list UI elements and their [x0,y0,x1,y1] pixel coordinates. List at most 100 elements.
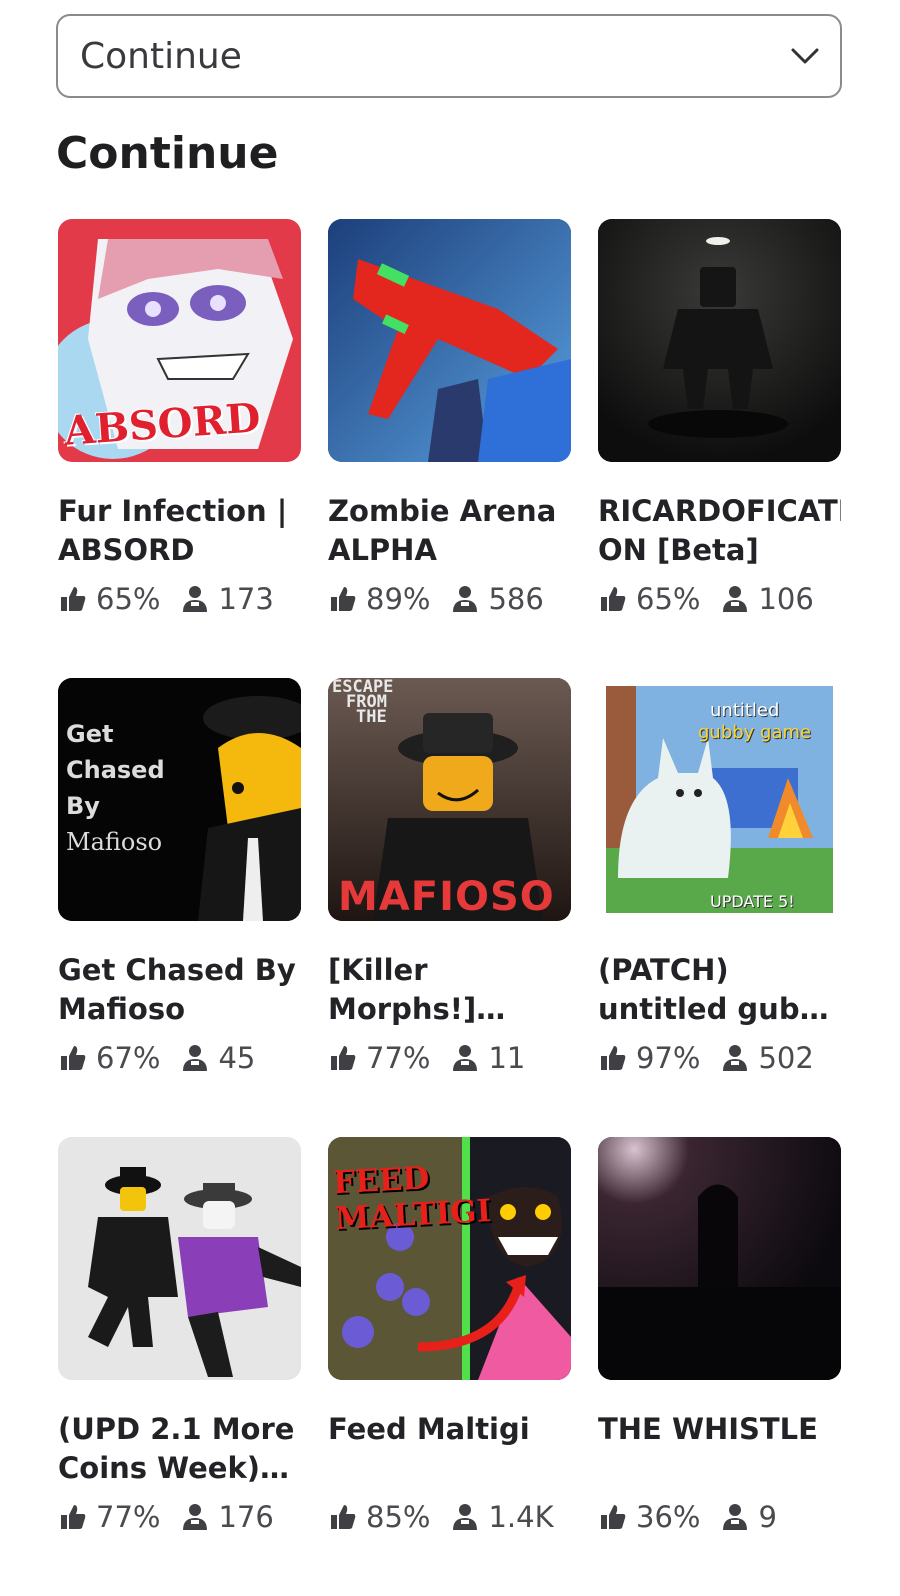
rating-value: 67% [96,1041,161,1075]
player-count-icon [183,1504,208,1530]
game-title[interactable]: Get Chased By Mafioso [58,951,301,1031]
rating-stat: 85% [328,1500,430,1534]
sort-dropdown-value: Continue [80,35,242,77]
game-stats: 77% 176 [58,1500,301,1534]
rating-stat: 89% [328,582,430,616]
players-value: 173 [218,582,274,616]
player-count-icon [723,1504,748,1530]
rating-stat: 65% [58,582,160,616]
game-thumbnail[interactable] [328,219,571,462]
thumbs-up-icon [601,1505,626,1529]
game-thumbnail-art [328,219,571,462]
rating-value: 77% [96,1500,161,1534]
game-thumbnail[interactable]: Get Chased By Mafioso [58,678,301,921]
game-card[interactable]: THE WHISTLE 36% 9 [598,1137,841,1596]
players-stat: 176 [180,1500,274,1534]
thumbnail-caption: FEED MALTIGI [332,1160,493,1238]
rating-stat: 97% [598,1041,700,1075]
game-card[interactable]: ABSORD Fur Infection | ABSORD 65% 173 [58,219,301,678]
players-stat: 45 [180,1041,255,1075]
game-stats: 65% 173 [58,582,301,616]
game-thumbnail[interactable] [598,1137,841,1380]
game-stats: 36% 9 [598,1500,841,1534]
game-stats: 85% 1.4K [328,1500,571,1534]
game-title[interactable]: Zombie Arena ALPHA [328,492,571,572]
rating-value: 85% [366,1500,431,1534]
game-title[interactable]: THE WHISTLE [598,1410,841,1490]
game-stats: 65% 106 [598,582,841,616]
players-stat: 9 [720,1500,777,1534]
rating-stat: 36% [598,1500,700,1534]
game-title[interactable]: Feed Maltigi [328,1410,571,1490]
game-thumbnail-art [58,1137,301,1380]
game-thumbnail[interactable]: untitled gubby game UPDATE 5! [598,678,841,921]
rating-stat: 77% [58,1500,160,1534]
players-stat: 106 [720,582,814,616]
players-value: 11 [488,1041,526,1075]
game-card[interactable]: FEED MALTIGI Feed Maltigi 85% 1.4K [328,1137,571,1596]
game-thumbnail[interactable] [598,219,841,462]
players-value: 9 [758,1500,777,1534]
thumbs-up-icon [61,1505,86,1529]
players-value: 1.4K [488,1500,554,1534]
chevron-down-icon [791,48,819,64]
player-count-icon [453,1504,478,1530]
player-count-icon [723,1045,748,1071]
thumbnail-title-art: MAFIOSO [338,874,555,920]
rating-value: 36% [636,1500,701,1534]
thumbs-up-icon [331,1505,356,1529]
player-count-icon [723,586,748,612]
thumbs-up-icon [61,1046,86,1070]
game-grid: ABSORD Fur Infection | ABSORD 65% 173 Zo… [58,219,842,1596]
thumbnail-update-badge: UPDATE 5! [710,892,795,911]
game-card[interactable]: untitled gubby game UPDATE 5! (PATCH) un… [598,678,841,1137]
sort-dropdown[interactable]: Continue [56,14,842,98]
game-card[interactable]: Zombie Arena ALPHA 89% 586 [328,219,571,678]
game-title[interactable]: [Killer Morphs!] Escape From T... [328,951,571,1031]
thumbs-up-icon [601,1046,626,1070]
game-thumbnail[interactable]: ESCAPE FROM THE MAFIOSO [328,678,571,921]
rating-value: 65% [636,582,701,616]
rating-value: 89% [366,582,431,616]
game-stats: 97% 502 [598,1041,841,1075]
game-thumbnail-art [598,219,841,462]
player-count-icon [183,586,208,612]
players-value: 586 [488,582,544,616]
players-stat: 586 [450,582,544,616]
rating-value: 65% [96,582,161,616]
players-value: 502 [758,1041,814,1075]
player-count-icon [453,586,478,612]
players-stat: 11 [450,1041,525,1075]
game-title[interactable]: Fur Infection | ABSORD [58,492,301,572]
thumbs-up-icon [61,587,86,611]
game-stats: 77% 11 [328,1041,571,1075]
players-value: 106 [758,582,814,616]
game-thumbnail[interactable] [58,1137,301,1380]
players-stat: 502 [720,1041,814,1075]
player-count-icon [183,1045,208,1071]
rating-stat: 65% [598,582,700,616]
game-card[interactable]: RICARDOFICATI ON [Beta] 65% 106 [598,219,841,678]
rating-stat: 77% [328,1041,430,1075]
game-stats: 89% 586 [328,582,571,616]
game-thumbnail[interactable]: ABSORD [58,219,301,462]
thumbs-up-icon [601,587,626,611]
thumbs-up-icon [331,1046,356,1070]
rating-stat: 67% [58,1041,160,1075]
player-count-icon [453,1045,478,1071]
game-card[interactable]: Get Chased By Mafioso Get Chased By Mafi… [58,678,301,1137]
game-title[interactable]: (PATCH) untitled gubby game [598,951,841,1031]
players-stat: 1.4K [450,1500,554,1534]
thumbnail-caption: Get Chased By Mafioso [66,720,165,856]
game-card[interactable]: (UPD 2.1 More Coins Week) Es... 77% 176 [58,1137,301,1596]
game-stats: 67% 45 [58,1041,301,1075]
game-thumbnail[interactable]: FEED MALTIGI [328,1137,571,1380]
players-value: 45 [218,1041,256,1075]
game-thumbnail-art [598,1137,841,1380]
game-title[interactable]: (UPD 2.1 More Coins Week) Es... [58,1410,301,1490]
thumbnail-caption: ESCAPE FROM THE [332,678,394,727]
section-title: Continue [56,128,279,179]
game-card[interactable]: ESCAPE FROM THE MAFIOSO [Killer Morphs!]… [328,678,571,1137]
players-stat: 173 [180,582,274,616]
game-title[interactable]: RICARDOFICATI ON [Beta] [598,492,841,572]
